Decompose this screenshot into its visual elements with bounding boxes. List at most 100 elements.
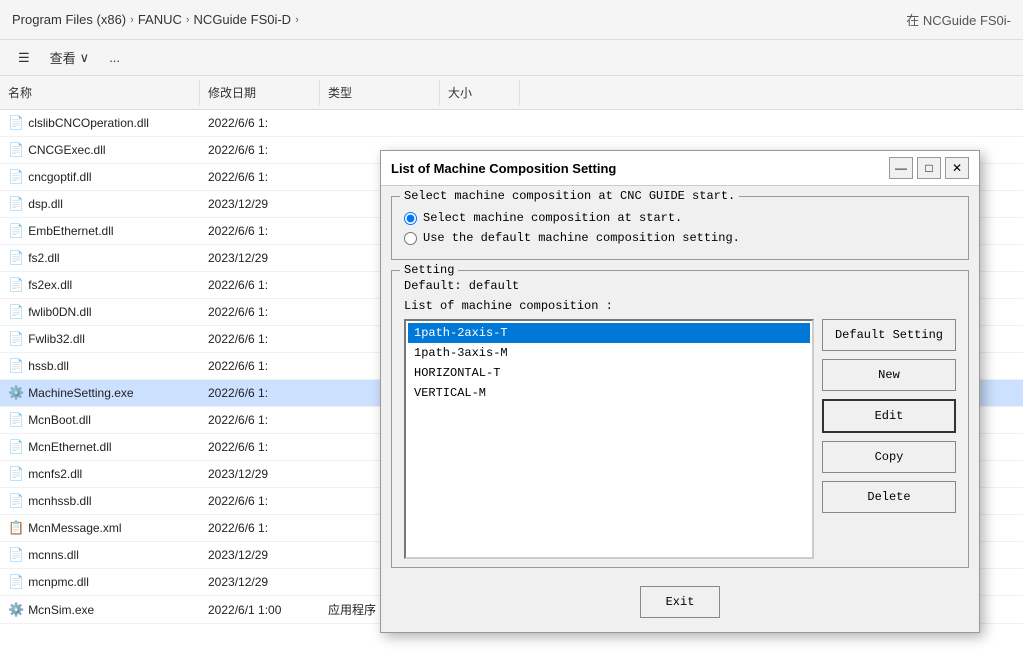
file-name-label: dsp.dll <box>28 197 63 211</box>
file-date-cell: 2022/6/6 1: <box>200 491 320 511</box>
file-name-label: mcnfs2.dll <box>28 467 82 481</box>
edit-button[interactable]: Edit <box>822 399 956 433</box>
exit-button[interactable]: Exit <box>640 586 720 618</box>
breadcrumb-item-2[interactable]: FANUC <box>138 12 182 27</box>
file-date-cell: 2023/12/29 <box>200 248 320 268</box>
list-label: List of machine composition : <box>404 299 956 313</box>
file-type-cell <box>320 120 440 126</box>
file-name-label: mcnhssb.dll <box>28 494 91 508</box>
file-name-label: mcnpmc.dll <box>28 575 89 589</box>
file-date-cell: 2022/6/6 1: <box>200 356 320 376</box>
setting-legend: Setting <box>400 263 458 277</box>
radio-select-at-start[interactable] <box>404 212 417 225</box>
file-type-icon <box>8 304 24 320</box>
breadcrumb-item-1[interactable]: Program Files (x86) <box>12 12 126 27</box>
file-type-icon <box>8 196 24 212</box>
file-date-cell: 2022/6/6 1: <box>200 221 320 241</box>
file-type-icon <box>8 520 24 536</box>
header-date[interactable]: 修改日期 <box>200 80 320 105</box>
file-name-cell: mcnns.dll <box>0 544 200 566</box>
file-date-cell: 2022/6/6 1: <box>200 167 320 187</box>
machine-list-item[interactable]: HORIZONTAL-T <box>408 363 810 383</box>
radio-option-2[interactable]: Use the default machine composition sett… <box>404 231 956 245</box>
delete-button[interactable]: Delete <box>822 481 956 513</box>
file-type-icon <box>8 142 24 158</box>
header-size[interactable]: 大小 <box>440 80 520 105</box>
file-name-label: McnBoot.dll <box>28 413 91 427</box>
dialog-titlebar-buttons: — □ ✕ <box>889 157 969 179</box>
file-name-cell: fs2ex.dll <box>0 274 200 296</box>
radio-option-1[interactable]: Select machine composition at start. <box>404 211 956 225</box>
dialog-machine-setting: List of Machine Composition Setting — □ … <box>380 150 980 633</box>
breadcrumb-search: 在 NCGuide FS0i- <box>906 10 1011 29</box>
default-setting-button[interactable]: Default Setting <box>822 319 956 351</box>
file-name-cell: McnMessage.xml <box>0 517 200 539</box>
file-type-icon <box>8 358 24 374</box>
dialog-footer: Exit <box>391 578 969 622</box>
header-name[interactable]: 名称 <box>0 80 200 105</box>
file-date-cell: 2022/6/6 1: <box>200 437 320 457</box>
file-date-cell: 2022/6/6 1: <box>200 383 320 403</box>
file-name-cell: dsp.dll <box>0 193 200 215</box>
startup-legend: Select machine composition at CNC GUIDE … <box>400 189 739 203</box>
file-date-cell: 2022/6/6 1: <box>200 302 320 322</box>
file-type-icon <box>8 331 24 347</box>
file-type-icon <box>8 412 24 428</box>
file-type-icon <box>8 439 24 455</box>
dialog-body: Select machine composition at CNC GUIDE … <box>381 186 979 632</box>
file-type-icon <box>8 547 24 563</box>
file-type-icon <box>8 223 24 239</box>
setting-section: Setting Default: default List of machine… <box>391 270 969 568</box>
file-name-label: CNCGExec.dll <box>28 143 105 157</box>
header-type[interactable]: 类型 <box>320 80 440 105</box>
file-name-label: fs2ex.dll <box>28 278 72 292</box>
file-name-cell: mcnhssb.dll <box>0 490 200 512</box>
more-button[interactable]: ... <box>103 47 126 68</box>
file-name-cell: EmbEthernet.dll <box>0 220 200 242</box>
new-button[interactable]: New <box>822 359 956 391</box>
file-name-cell: mcnpmc.dll <box>0 571 200 593</box>
dialog-minimize-button[interactable]: — <box>889 157 913 179</box>
machine-list-box[interactable]: 1path-2axis-T1path-3axis-MHORIZONTAL-TVE… <box>404 319 814 559</box>
dialog-maximize-button[interactable]: □ <box>917 157 941 179</box>
table-row[interactable]: clslibCNCOperation.dll2022/6/6 1: <box>0 110 1023 137</box>
file-name-label: mcnns.dll <box>28 548 79 562</box>
radio-option-1-label: Select machine composition at start. <box>423 211 682 225</box>
file-type-icon <box>8 385 24 401</box>
file-name-cell: McnSim.exe <box>0 599 200 621</box>
copy-button[interactable]: Copy <box>822 441 956 473</box>
file-name-label: fwlib0DN.dll <box>28 305 91 319</box>
file-name-label: McnEthernet.dll <box>28 440 111 454</box>
file-type-icon <box>8 602 24 618</box>
file-date-cell: 2022/6/6 1: <box>200 140 320 160</box>
file-date-cell: 2023/12/29 <box>200 545 320 565</box>
file-type-icon <box>8 115 24 131</box>
file-date-cell: 2022/6/6 1: <box>200 113 320 133</box>
file-type-icon <box>8 574 24 590</box>
file-name-label: EmbEthernet.dll <box>28 224 113 238</box>
file-name-cell: fs2.dll <box>0 247 200 269</box>
dialog-action-buttons: Default Setting New Edit Copy Delete <box>822 319 956 559</box>
file-name-cell: fwlib0DN.dll <box>0 301 200 323</box>
radio-use-default[interactable] <box>404 232 417 245</box>
file-name-label: cncgoptif.dll <box>28 170 91 184</box>
file-type-icon <box>8 277 24 293</box>
view-button[interactable]: 查看 ∨ <box>44 45 96 70</box>
machine-list-item[interactable]: 1path-2axis-T <box>408 323 810 343</box>
file-date-cell: 2023/12/29 <box>200 572 320 592</box>
file-type-icon <box>8 466 24 482</box>
breadcrumb-sep-1: › <box>130 14 134 26</box>
default-label: Default: default <box>404 279 956 293</box>
view-label: 查看 <box>50 48 76 67</box>
file-name-cell: CNCGExec.dll <box>0 139 200 161</box>
dialog-close-button[interactable]: ✕ <box>945 157 969 179</box>
machine-list-item[interactable]: 1path-3axis-M <box>408 343 810 363</box>
breadcrumb-sep-3: › <box>295 14 299 26</box>
file-name-cell: hssb.dll <box>0 355 200 377</box>
breadcrumb-bar: Program Files (x86) › FANUC › NCGuide FS… <box>0 0 1023 40</box>
hamburger-menu-button[interactable]: ☰ <box>12 47 36 69</box>
machine-list-item[interactable]: VERTICAL-M <box>408 383 810 403</box>
file-name-label: fs2.dll <box>28 251 59 265</box>
breadcrumb-sep-2: › <box>186 14 190 26</box>
breadcrumb-item-3[interactable]: NCGuide FS0i-D <box>194 12 292 27</box>
